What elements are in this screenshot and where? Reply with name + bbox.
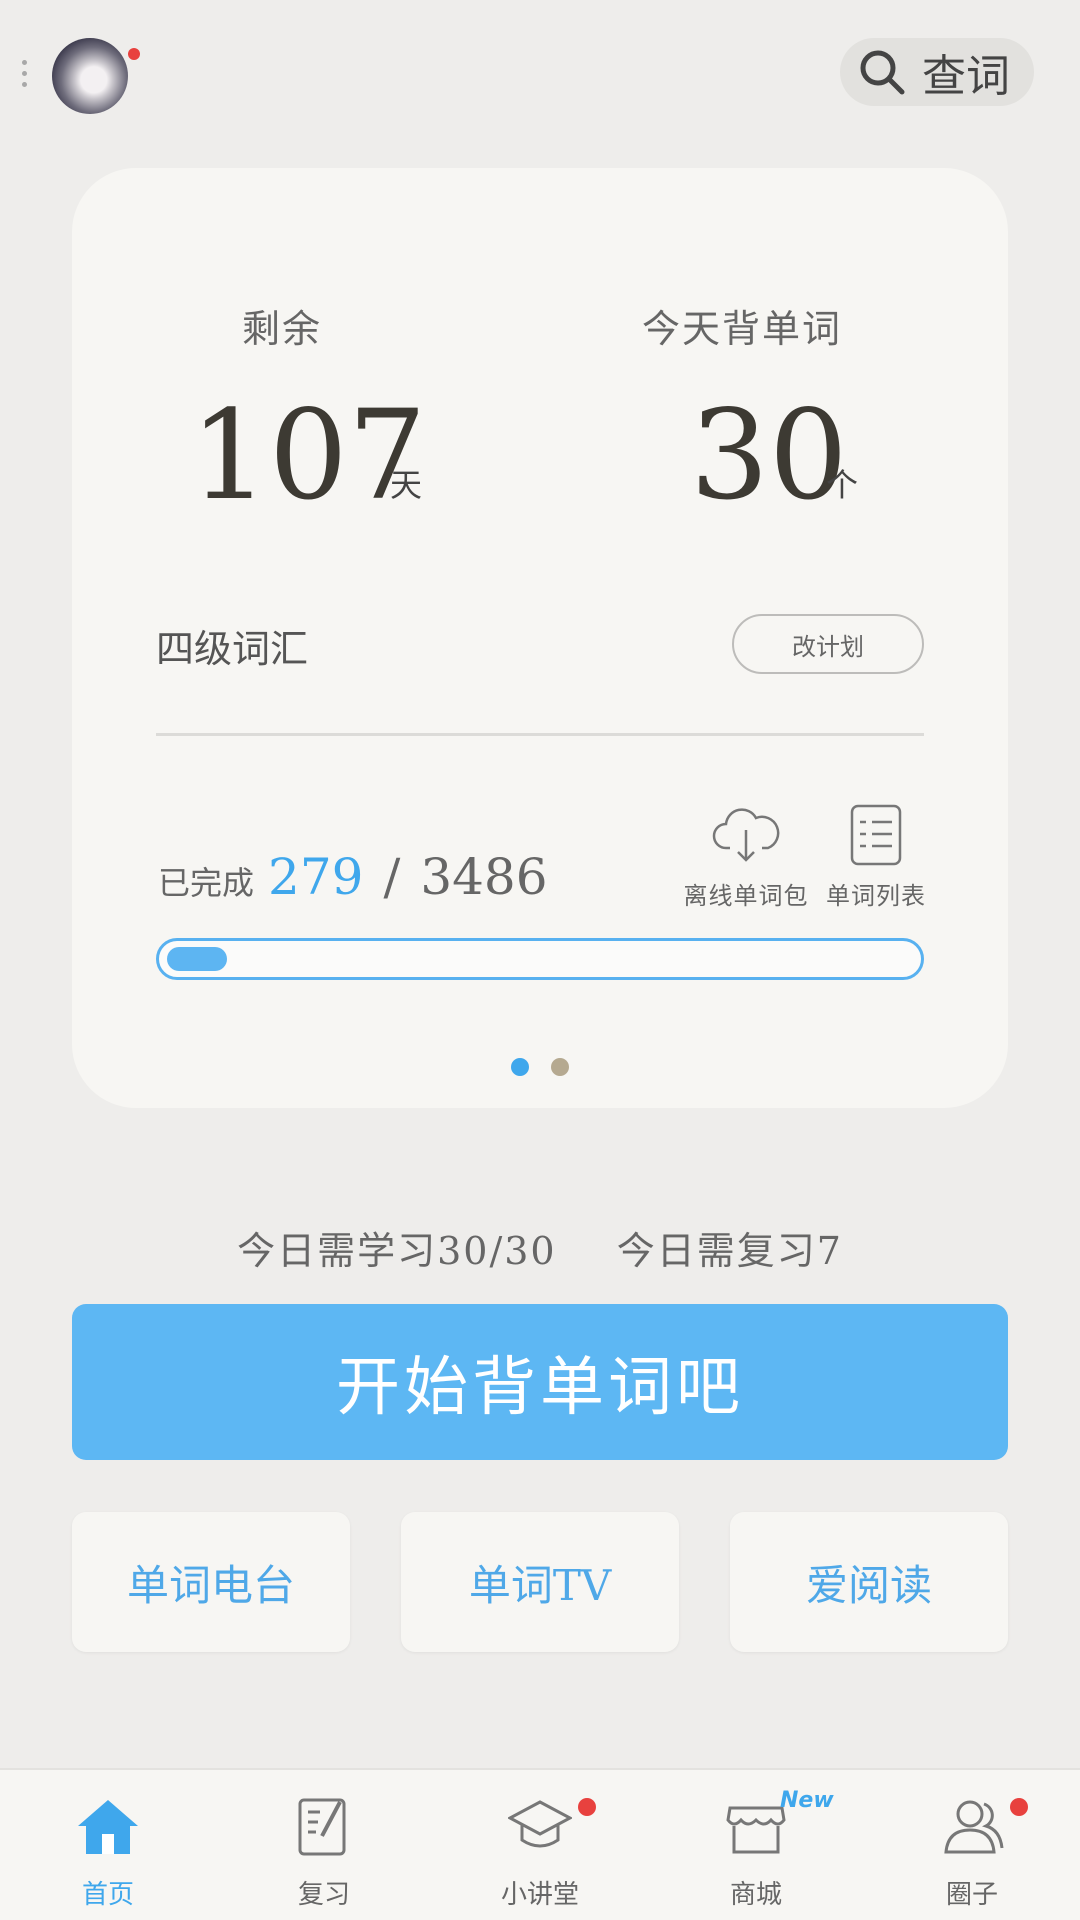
tab-review[interactable]: 复习: [216, 1770, 432, 1920]
review-icon: [298, 1798, 346, 1856]
word-radio-button[interactable]: 单词电台: [72, 1512, 350, 1652]
today-words-unit: 个: [826, 466, 859, 504]
avatar[interactable]: [52, 38, 128, 114]
word-list-label: 单词列表: [826, 882, 926, 910]
today-summary: 今日需学习30/30 今日需复习7: [0, 1220, 1080, 1275]
tab-community[interactable]: 圈子: [864, 1770, 1080, 1920]
top-bar: 查词: [0, 0, 1080, 150]
search-icon: [860, 50, 905, 95]
count-separator: /: [383, 848, 401, 906]
completed-count: 279: [268, 848, 364, 906]
today-words-value: 30: [690, 384, 848, 528]
total-count: 3486: [420, 848, 548, 906]
tab-lecture[interactable]: 小讲堂: [432, 1770, 648, 1920]
page-dot: [511, 1058, 529, 1076]
today-words-stat: 今天背单词: [592, 298, 892, 353]
home-icon: [78, 1800, 138, 1854]
progress-bar: [156, 938, 924, 980]
today-caption: 今天背单词: [641, 307, 842, 351]
completed-prefix: 已完成: [158, 864, 255, 902]
start-learning-button[interactable]: 开始背单词吧: [72, 1304, 1008, 1460]
wordbook-name: 四级词汇: [156, 627, 309, 671]
divider: [156, 733, 924, 736]
page-dot: [551, 1058, 569, 1076]
tab-community-badge: [1010, 1798, 1028, 1816]
notification-dot: [128, 48, 140, 60]
tab-shop-new-tag: New: [780, 1788, 834, 1813]
today-review-text: 今日需复习7: [616, 1229, 843, 1273]
page-indicator: [72, 1058, 1008, 1076]
graduation-cap-icon: [508, 1800, 572, 1848]
people-icon: [944, 1800, 1004, 1854]
remaining-days-stat: 剩余: [132, 298, 432, 353]
cloud-download-icon: [712, 808, 780, 862]
tab-community-label: 圈子: [945, 1880, 998, 1910]
plan-card[interactable]: 剩余 107 天 今天背单词 30 个 四级词汇 改计划 已完成 279 / 3…: [72, 168, 1008, 1108]
tab-shop[interactable]: New 商城: [648, 1770, 864, 1920]
offline-package-button[interactable]: 离线单词包: [676, 802, 816, 911]
shop-icon: [726, 1806, 786, 1854]
word-list-button[interactable]: 单词列表: [816, 802, 936, 911]
tab-review-label: 复习: [297, 1880, 350, 1910]
tab-lecture-badge: [578, 1798, 596, 1816]
progress-bar-fill: [167, 947, 227, 971]
more-menu-icon[interactable]: [22, 60, 30, 90]
search-button[interactable]: 查词: [840, 38, 1034, 106]
search-label: 查词: [922, 51, 1010, 102]
today-learn-text: 今日需学习30/30: [237, 1229, 557, 1273]
tab-home[interactable]: 首页: [0, 1770, 216, 1920]
change-plan-button[interactable]: 改计划: [732, 614, 924, 674]
list-icon: [850, 804, 902, 866]
bottom-tab-bar: 首页 复习 小讲堂 New 商城 圈子: [0, 1768, 1080, 1920]
reading-button[interactable]: 爱阅读: [730, 1512, 1008, 1652]
word-tv-button[interactable]: 单词TV: [401, 1512, 679, 1652]
tab-home-label: 首页: [81, 1880, 134, 1910]
remaining-days-unit: 天: [390, 466, 423, 504]
tab-shop-label: 商城: [729, 1880, 782, 1910]
offline-package-label: 离线单词包: [683, 882, 809, 910]
remaining-caption: 剩余: [241, 307, 322, 351]
tab-lecture-label: 小讲堂: [500, 1880, 579, 1910]
progress-summary: 已完成 279 / 3486: [158, 848, 548, 906]
